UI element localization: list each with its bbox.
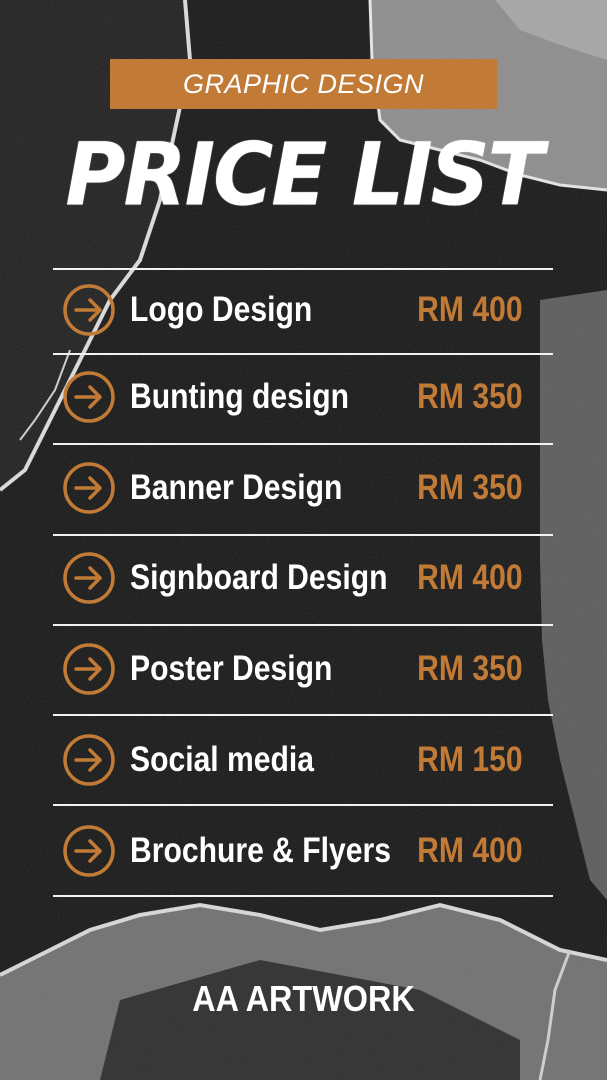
list-item: Logo Design RM 400 xyxy=(53,265,553,355)
divider xyxy=(53,895,553,897)
arrow-right-circle-icon xyxy=(63,284,115,336)
service-name: Logo Design xyxy=(130,290,313,329)
arrow-right-circle-icon xyxy=(63,552,115,604)
service-price: RM 150 xyxy=(417,740,523,779)
list-item: Signboard Design RM 400 xyxy=(53,533,553,623)
service-price: RM 350 xyxy=(417,649,523,688)
arrow-right-circle-icon xyxy=(63,825,115,877)
service-price: RM 400 xyxy=(417,558,523,597)
list-item: Banner Design RM 350 xyxy=(53,443,553,533)
service-name: Banner Design xyxy=(130,468,343,507)
service-price: RM 400 xyxy=(417,831,523,870)
arrow-right-circle-icon xyxy=(63,462,115,514)
list-item: Brochure & Flyers RM 400 xyxy=(53,806,553,896)
page-title: PRICE LIST xyxy=(65,125,543,226)
service-price: RM 350 xyxy=(417,377,523,416)
service-price: RM 400 xyxy=(417,290,523,329)
service-name: Brochure & Flyers xyxy=(130,831,391,870)
arrow-right-circle-icon xyxy=(63,371,115,423)
service-name: Poster Design xyxy=(130,649,333,688)
brand-name: AA ARTWORK xyxy=(192,978,415,1019)
list-item: Social media RM 150 xyxy=(53,715,553,805)
arrow-right-circle-icon xyxy=(63,734,115,786)
arrow-right-circle-icon xyxy=(63,643,115,695)
header-tag: GRAPHIC DESIGN xyxy=(110,59,497,109)
service-name: Bunting design xyxy=(130,377,350,416)
service-price: RM 350 xyxy=(417,468,523,507)
service-name: Signboard Design xyxy=(130,558,388,597)
list-item: Bunting design RM 350 xyxy=(53,352,553,442)
list-item: Poster Design RM 350 xyxy=(53,624,553,714)
service-name: Social media xyxy=(130,740,315,779)
